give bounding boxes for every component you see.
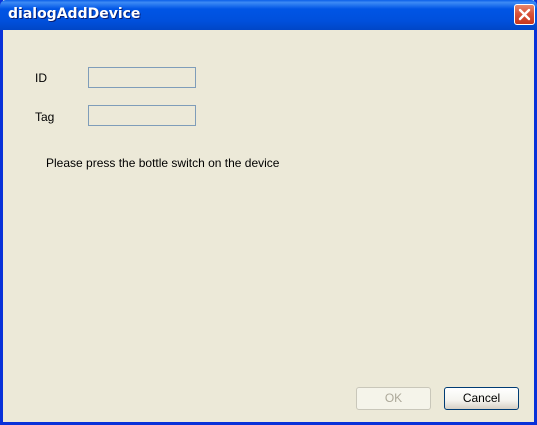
id-field[interactable] xyxy=(88,67,196,88)
window-title: dialogAddDevice xyxy=(8,6,141,22)
instruction-message: Please press the bottle switch on the de… xyxy=(46,156,280,170)
tag-label: Tag xyxy=(35,110,55,124)
dialog-window: dialogAddDevice ID Tag Please press the … xyxy=(0,0,537,425)
id-label: ID xyxy=(35,71,47,85)
tag-field[interactable] xyxy=(88,105,196,126)
title-bar[interactable]: dialogAddDevice xyxy=(0,0,537,30)
close-icon xyxy=(518,8,531,21)
ok-button[interactable]: OK xyxy=(356,387,431,410)
close-button[interactable] xyxy=(514,4,535,25)
cancel-button[interactable]: Cancel xyxy=(444,387,519,410)
